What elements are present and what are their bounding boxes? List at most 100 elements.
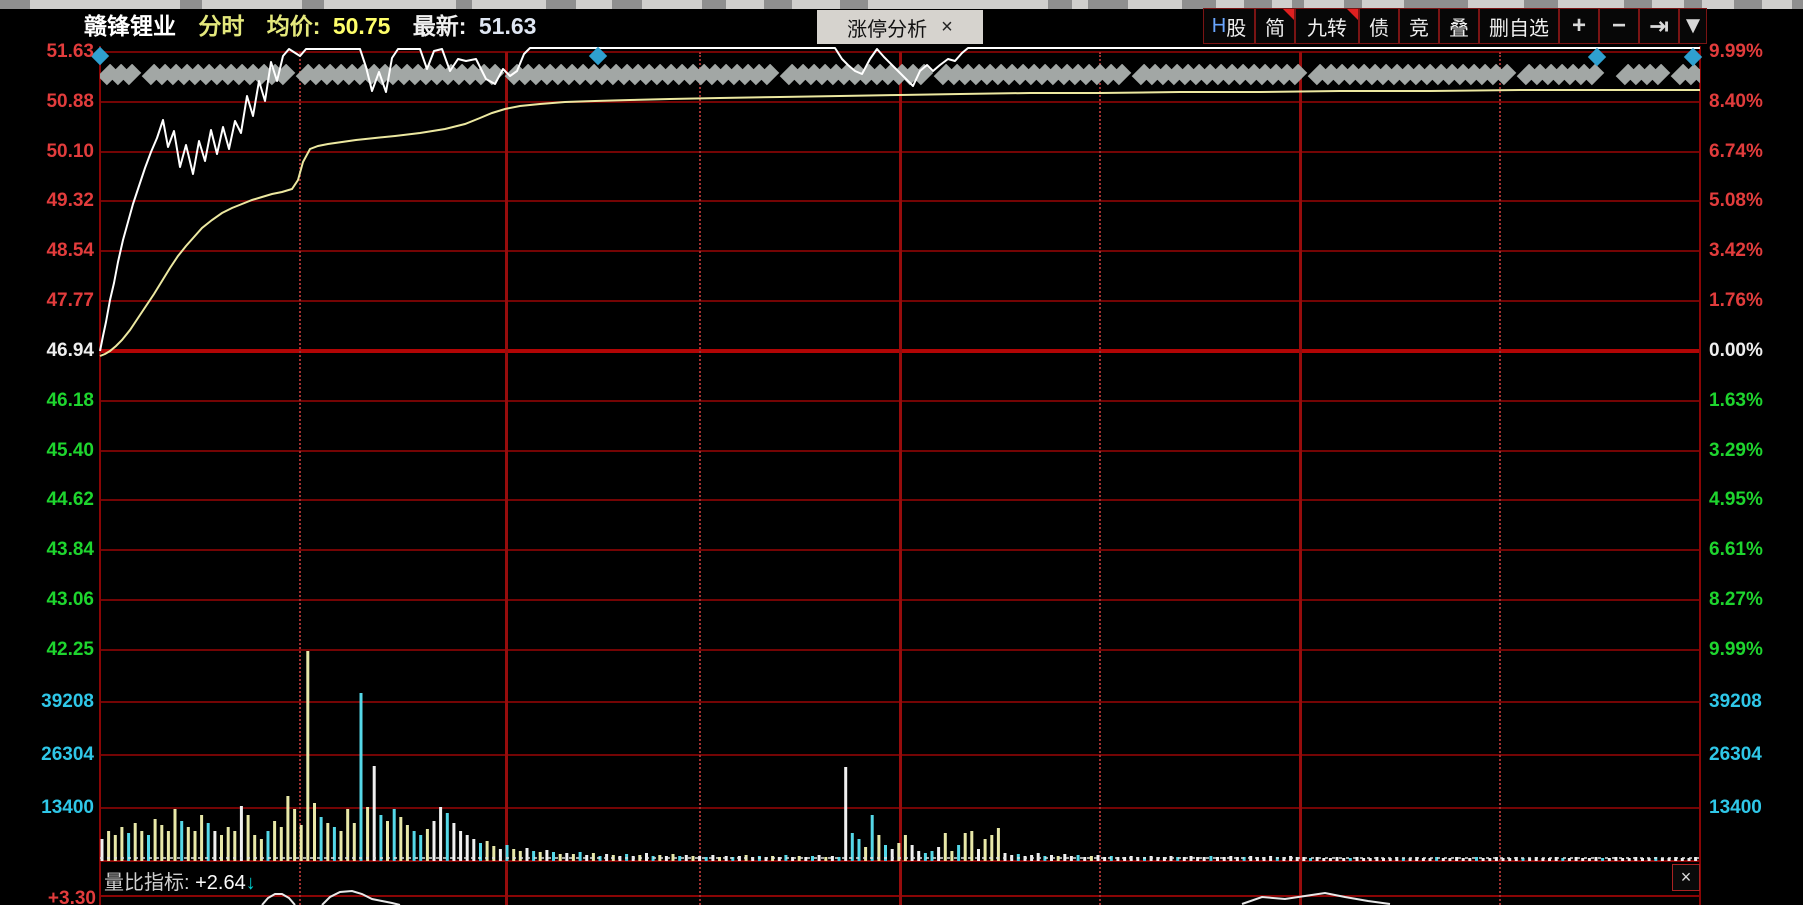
volume-bar — [1455, 857, 1458, 861]
volume-bar — [904, 835, 907, 861]
volume-bar — [120, 827, 123, 861]
volume-bar — [957, 845, 960, 861]
down-arrow-icon: ↓ — [246, 872, 256, 894]
axis-tick-label: 3.42% — [1709, 240, 1763, 262]
volume-bar — [559, 854, 562, 861]
volume-bar — [366, 807, 369, 861]
axis-tick-label: 46.18 — [46, 390, 94, 412]
axis-tick-label: 6.74% — [1709, 141, 1763, 163]
volume-bar — [293, 809, 296, 861]
volume-bar — [213, 831, 216, 861]
volume-bar — [512, 849, 515, 861]
axis-tick-label: 4.95% — [1709, 489, 1763, 511]
volume-bar — [134, 823, 137, 861]
axis-tick-label: 5.08% — [1709, 190, 1763, 212]
indicator-label: 量比指标: — [104, 872, 190, 894]
axis-tick-label: 43.06 — [46, 589, 94, 611]
volume-bar — [824, 857, 827, 861]
volume-bar — [579, 852, 582, 861]
volume-bar — [645, 853, 648, 861]
volume-bar — [1077, 855, 1080, 861]
close-icon: × — [1681, 867, 1692, 888]
volume-bar — [1342, 858, 1345, 861]
volume-bar — [552, 852, 555, 861]
volume-bar — [360, 693, 363, 861]
volume-bar — [1004, 853, 1007, 861]
axis-tick-label: 50.10 — [46, 141, 94, 163]
volume-bar — [1037, 853, 1040, 861]
volume-bar — [592, 853, 595, 861]
axis-tick-label: 42.25 — [46, 639, 94, 661]
volume-bar — [433, 821, 436, 861]
volume-bar — [200, 815, 203, 861]
volume-bar — [286, 796, 289, 861]
volume-bar — [426, 829, 429, 861]
volume-bar — [114, 835, 117, 861]
volume-bar — [1223, 857, 1226, 861]
volume-bar — [685, 855, 688, 861]
indicator-value: +2.64 — [195, 872, 246, 894]
indicator-pane-close-button[interactable]: × — [1672, 864, 1700, 891]
volume-bar — [399, 817, 402, 861]
volume-bar — [452, 823, 455, 861]
axis-tick-label: 48.54 — [46, 240, 94, 262]
volume-bar — [346, 809, 349, 861]
volume-bar — [353, 823, 356, 861]
volume-bar — [964, 833, 967, 861]
volume-bar — [1462, 858, 1465, 861]
volume-bar — [1196, 857, 1199, 861]
volume-bar — [519, 851, 522, 861]
volume-bar — [871, 815, 874, 861]
volume-bar — [692, 856, 695, 861]
volume-bar — [373, 766, 376, 861]
volume-bar — [990, 835, 993, 861]
volume-bar — [253, 835, 256, 861]
volume-bar — [140, 831, 143, 861]
volume-bar — [818, 855, 821, 861]
volume-bar — [300, 825, 303, 861]
volume-bar — [1595, 857, 1598, 861]
volume-bar — [532, 851, 535, 861]
volume-ratio-indicator: 量比指标: +2.64↓ — [104, 866, 256, 892]
volume-bar — [678, 856, 681, 861]
volume-bar — [227, 827, 230, 861]
volume-bar — [1070, 856, 1073, 861]
volume-bar — [1216, 857, 1219, 861]
volume-bar — [267, 831, 270, 861]
volume-bar — [386, 821, 389, 861]
axis-tick-label: 26304 — [1709, 744, 1762, 766]
volume-ratio-curve — [322, 891, 400, 905]
volume-bar — [970, 831, 973, 861]
volume-bar — [194, 831, 197, 861]
volume-bar — [154, 819, 157, 861]
axis-tick-label: 46.94 — [46, 340, 94, 362]
volume-bar — [977, 849, 980, 861]
axis-tick-label: 50.88 — [46, 91, 94, 113]
axis-tick-label: 43.84 — [46, 539, 94, 561]
volume-bar — [804, 857, 807, 861]
volume-bar — [924, 853, 927, 861]
volume-bar — [406, 825, 409, 861]
axis-tick-label: 45.40 — [46, 440, 94, 462]
axis-tick-label: 13400 — [1709, 797, 1762, 819]
volume-bar — [705, 857, 708, 861]
volume-bar — [320, 817, 323, 861]
volume-bar — [247, 815, 250, 861]
volume-bar — [459, 831, 462, 861]
volume-bar — [877, 835, 880, 861]
volume-bar — [333, 827, 336, 861]
chart-canvas[interactable] — [0, 0, 1803, 905]
volume-bar — [273, 821, 276, 861]
price-line — [100, 48, 1700, 351]
volume-bar — [944, 833, 947, 861]
axis-tick-label: 44.62 — [46, 489, 94, 511]
volume-bar — [565, 853, 568, 861]
volume-bar — [1581, 858, 1584, 861]
volume-bar — [1322, 858, 1325, 861]
volume-bar — [446, 813, 449, 861]
axis-tick-label: 47.77 — [46, 290, 94, 312]
average-price-line — [100, 90, 1700, 356]
indicator-min-label: +3.30 — [20, 888, 96, 905]
app-window: 赣锋锂业 分时 均价: 50.75 最新: 51.63 涨停分析 × H股简九转… — [0, 0, 1803, 905]
volume-bar — [1209, 856, 1212, 861]
